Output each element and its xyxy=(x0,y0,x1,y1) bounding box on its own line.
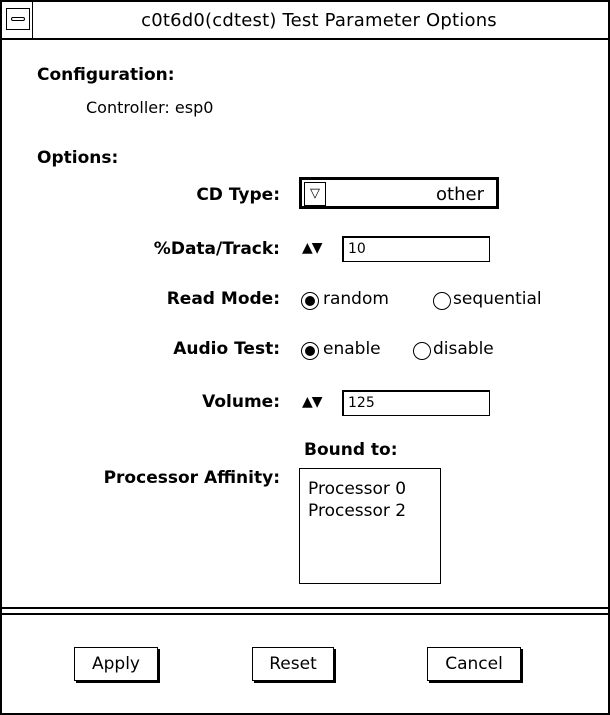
apply-button[interactable]: Apply xyxy=(74,647,158,681)
dialog-window: c0t6d0(cdtest) Test Parameter Options Co… xyxy=(0,0,610,715)
data-track-value: 10 xyxy=(348,241,366,257)
volume-field[interactable]: 125 xyxy=(342,390,490,416)
down-arrow-icon[interactable]: ▼ xyxy=(312,394,323,410)
processor-list[interactable]: Processor 0 Processor 2 xyxy=(299,468,441,584)
title-bar: c0t6d0(cdtest) Test Parameter Options xyxy=(2,2,608,40)
triangle-down-icon: ▽ xyxy=(304,182,326,206)
cd-type-value: other xyxy=(436,184,484,205)
volume-label: Volume: xyxy=(202,392,280,412)
audio-test-disable-radio[interactable] xyxy=(413,342,431,360)
audio-test-disable-label[interactable]: disable xyxy=(433,339,494,359)
bound-to-label: Bound to: xyxy=(304,440,398,460)
audio-test-enable-radio[interactable] xyxy=(301,342,319,360)
controller-text: Controller: esp0 xyxy=(86,98,214,117)
window-menu-icon[interactable] xyxy=(6,8,30,30)
cd-type-select[interactable]: ▽ other xyxy=(299,177,499,209)
reset-button[interactable]: Reset xyxy=(252,647,334,681)
processor-affinity-label: Processor Affinity: xyxy=(103,468,280,488)
options-heading: Options: xyxy=(37,148,119,168)
list-item[interactable]: Processor 0 xyxy=(308,479,406,499)
down-arrow-icon[interactable]: ▼ xyxy=(312,240,323,256)
list-item[interactable]: Processor 2 xyxy=(308,501,406,521)
up-arrow-icon[interactable]: ▲ xyxy=(302,240,313,256)
read-mode-sequential-label[interactable]: sequential xyxy=(453,289,542,309)
divider-bottom xyxy=(2,613,608,615)
cd-type-label: CD Type: xyxy=(196,185,280,205)
divider-top xyxy=(2,607,608,609)
title-divider xyxy=(32,2,33,38)
volume-value: 125 xyxy=(348,395,375,411)
cancel-button[interactable]: Cancel xyxy=(427,647,521,681)
data-track-field[interactable]: 10 xyxy=(342,236,490,262)
configuration-heading: Configuration: xyxy=(37,65,175,85)
read-mode-random-label[interactable]: random xyxy=(323,289,389,309)
data-track-stepper[interactable]: ▲▼ xyxy=(302,240,323,256)
resize-corner[interactable] xyxy=(2,701,14,713)
audio-test-enable-label[interactable]: enable xyxy=(323,339,381,359)
read-mode-random-radio[interactable] xyxy=(301,292,319,310)
window-title: c0t6d0(cdtest) Test Parameter Options xyxy=(141,10,497,31)
audio-test-label: Audio Test: xyxy=(173,339,280,359)
read-mode-label: Read Mode: xyxy=(166,289,280,309)
data-track-label: %Data/Track: xyxy=(153,239,280,259)
up-arrow-icon[interactable]: ▲ xyxy=(302,394,313,410)
read-mode-sequential-radio[interactable] xyxy=(433,292,451,310)
volume-stepper[interactable]: ▲▼ xyxy=(302,394,323,410)
